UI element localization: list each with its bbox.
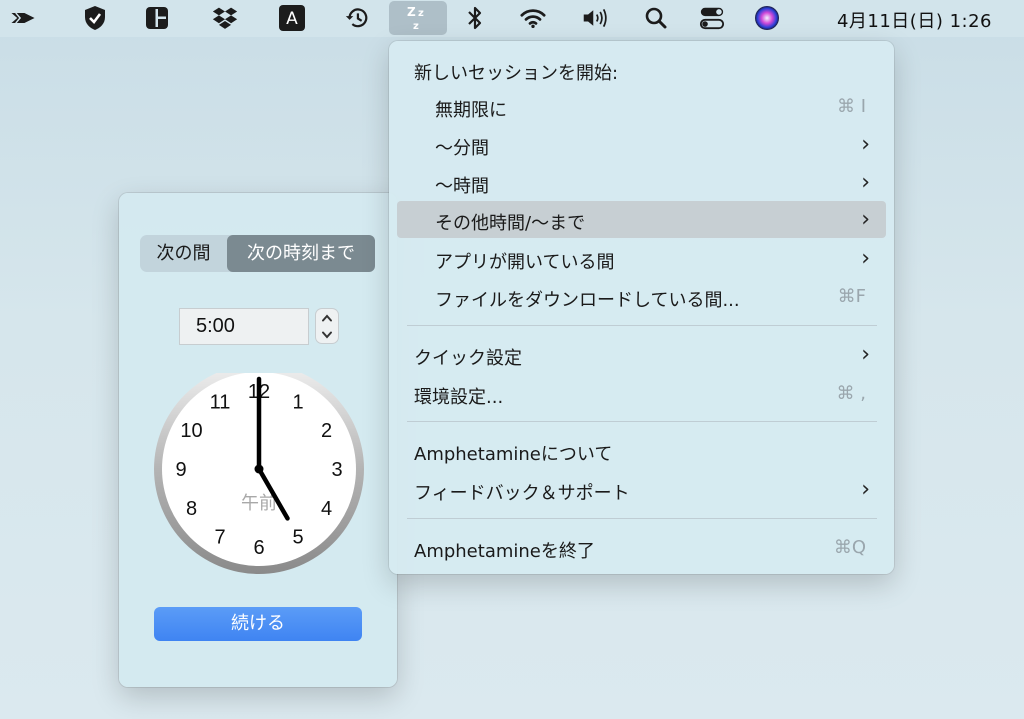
menu-item-label: アプリが開いている間 [435,252,615,273]
menu-separator [407,325,877,326]
svg-text:z: z [413,21,419,32]
menu-item-feedback[interactable]: フィードバック＆サポート › [397,471,886,508]
clock-number-6: 6 [253,537,264,559]
chevron-right-icon: › [861,477,870,502]
clock-number-7: 7 [214,527,225,549]
menu-item-label: Amphetamineを終了 [414,541,595,562]
menu-separator [407,518,877,519]
menu-item-quit[interactable]: Amphetamineを終了 ⌘Q [397,529,886,566]
clock-number-2: 2 [321,420,332,442]
chevron-right-icon: › [861,246,870,271]
wifi-icon[interactable] [520,5,546,31]
segment-duration[interactable]: 次の間 [140,235,227,272]
clock-number-10: 10 [180,420,202,442]
menu-item-label: Amphetamineについて [414,444,613,465]
stepper-down-icon[interactable] [316,326,338,343]
svg-text:A: A [286,9,298,29]
menu-item-shortcut: ⌘ I [836,96,866,117]
search-icon[interactable] [643,5,669,31]
menu-item-while-downloading[interactable]: ファイルをダウンロードしている間... ⌘F [397,278,886,315]
menu-item-label: 無期限に [435,100,507,121]
menu-header-label: 新しいセッションを開始: [414,63,619,84]
menu-bar: A Zzz 4月11日(日) 1:26 [0,0,1024,37]
chevron-right-icon: › [861,132,870,157]
clock-number-3: 3 [331,459,342,481]
chevron-right-icon: › [861,342,870,367]
analog-clock[interactable]: 121234567891011 午前 [154,373,364,578]
menu-item-shortcut: ⌘F [837,286,866,307]
amphetamine-zzz-icon[interactable]: Zzz [389,1,447,35]
dropbox-icon[interactable] [212,5,238,31]
menu-item-label: フィードバック＆サポート [414,483,630,504]
continue-button[interactable]: 続ける [154,607,362,641]
menu-item-shortcut: ⌘ , [836,383,866,404]
window-layout-icon[interactable] [144,5,170,31]
svg-text:z: z [418,8,424,19]
stepper-up-icon[interactable] [316,309,338,326]
clock-number-1: 1 [292,392,303,414]
menu-item-quick-settings[interactable]: クイック設定 › [397,336,886,373]
menu-item-label: ファイルをダウンロードしている間... [435,290,740,311]
menu-item-minutes[interactable]: 〜分間 › [397,126,886,163]
arrow-icon[interactable] [10,5,36,31]
time-picker-panel: 次の間 次の時刻まで 5:00 121234567891011 午前 続ける [119,193,397,687]
menu-header: 新しいセッションを開始: [397,51,886,88]
siri-icon[interactable] [754,5,780,31]
menubar-datetime[interactable]: 4月11日(日) 1:26 [837,7,992,33]
menu-item-label: 〜時間 [435,176,489,197]
menu-item-indefinitely[interactable]: 無期限に ⌘ I [397,88,886,125]
menu-item-label: クイック設定 [414,348,522,369]
mode-segmented-control: 次の間 次の時刻まで [140,235,375,272]
shield-check-icon[interactable] [82,5,108,31]
input-source-icon[interactable]: A [279,5,305,31]
time-stepper[interactable] [316,309,338,343]
menu-item-label: 環境設定... [414,387,504,408]
clock-center-pin [254,464,264,474]
control-center-icon[interactable] [699,5,725,31]
time-machine-icon[interactable] [344,5,370,31]
segment-until-time[interactable]: 次の時刻まで [227,235,375,272]
clock-number-5: 5 [292,527,303,549]
clock-number-4: 4 [321,498,332,520]
menu-separator [407,421,877,422]
menu-item-shortcut: ⌘Q [833,537,866,558]
time-input[interactable]: 5:00 [179,308,309,345]
menu-item-about[interactable]: Amphetamineについて [397,432,886,469]
volume-icon[interactable] [582,5,608,31]
clock-number-11: 11 [210,392,231,414]
chevron-right-icon: › [861,170,870,195]
menu-item-label: その他時間/〜まで [435,213,586,234]
menu-item-label: 〜分間 [435,138,489,159]
menu-item-hours[interactable]: 〜時間 › [397,164,886,201]
clock-number-9: 9 [175,459,186,481]
amphetamine-menu: 新しいセッションを開始: 無期限に ⌘ I 〜分間 › 〜時間 › その他時間/… [389,41,894,574]
bluetooth-icon[interactable] [462,5,488,31]
svg-text:Z: Z [407,5,416,19]
menu-item-while-app-open[interactable]: アプリが開いている間 › [397,240,886,277]
menu-item-preferences[interactable]: 環境設定... ⌘ , [397,375,886,412]
menu-item-other-time[interactable]: その他時間/〜まで › [397,201,886,238]
clock-number-8: 8 [186,498,197,520]
clock-am-pm-label: 午前 [241,493,277,514]
chevron-right-icon: › [861,207,870,232]
